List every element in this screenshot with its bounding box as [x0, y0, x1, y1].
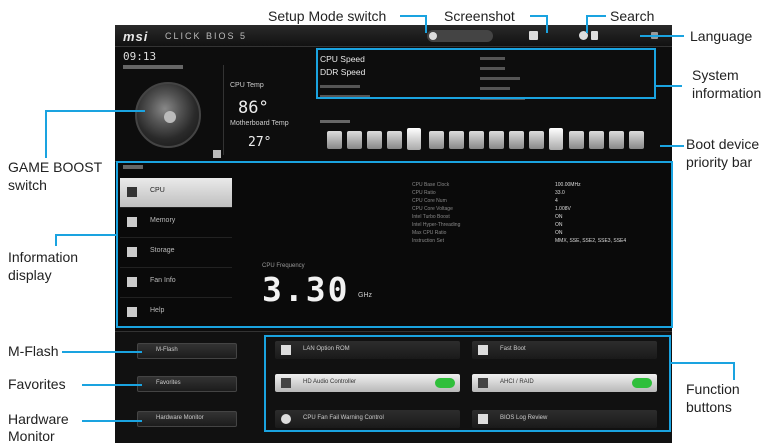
- callout-line: [55, 234, 117, 236]
- callout-line: [546, 15, 548, 33]
- mb-temp-label: Motherboard Temp: [230, 120, 289, 127]
- mode-switch-knob: [429, 32, 437, 40]
- boot-device-icon[interactable]: [529, 131, 544, 149]
- hardware-monitor-button[interactable]: Hardware Monitor: [137, 411, 237, 427]
- callout-search: Search: [610, 8, 655, 24]
- callout-system-information-2: information: [692, 85, 762, 101]
- callout-boot-device-2: priority bar: [686, 154, 753, 170]
- information-display-highlight: [116, 161, 673, 328]
- callout-game-boost-1: GAME BOOST: [8, 159, 103, 175]
- boot-device-icon[interactable]: [429, 131, 444, 149]
- temperature-panel: CPU Temp 86° Motherboard Temp 27°: [223, 65, 311, 155]
- boot-device-icon[interactable]: [449, 131, 464, 149]
- m-flash-button[interactable]: M-Flash: [137, 343, 237, 359]
- callout-hardware-monitor-2: Monitor: [8, 428, 55, 444]
- callout-line: [400, 15, 426, 17]
- callout-line: [45, 110, 145, 112]
- setup-mode-switch[interactable]: [427, 30, 493, 42]
- boot-priority-title: [320, 120, 350, 123]
- callout-m-flash: M-Flash: [8, 343, 59, 359]
- callout-line: [671, 362, 735, 364]
- hardware-monitor-label: Hardware Monitor: [156, 415, 204, 421]
- game-boost-knob[interactable]: [135, 82, 201, 148]
- callout-line: [586, 15, 588, 33]
- clock: 09:13: [123, 50, 157, 63]
- boot-device-icon[interactable]: [549, 128, 563, 150]
- callout-favorites: Favorites: [8, 376, 66, 392]
- callout-line: [656, 85, 682, 87]
- boot-device-icon[interactable]: [589, 131, 604, 149]
- expand-icon[interactable]: [213, 150, 221, 158]
- boot-device-icon[interactable]: [347, 131, 362, 149]
- callout-setup-mode-switch: Setup Mode switch: [268, 8, 387, 24]
- callout-system-information-1: System: [692, 67, 739, 83]
- callout-line: [660, 145, 684, 147]
- callout-line: [62, 351, 142, 353]
- callout-line: [82, 384, 142, 386]
- system-info-highlight: [316, 48, 656, 99]
- game-boost-title: [123, 65, 183, 69]
- callout-boot-device-1: Boot device: [686, 136, 760, 152]
- callout-screenshot: Screenshot: [444, 8, 515, 24]
- boot-device-icon[interactable]: [387, 131, 402, 149]
- function-buttons-highlight: [264, 335, 671, 432]
- mb-temp-value: 27°: [248, 135, 272, 150]
- boot-device-icon[interactable]: [609, 131, 624, 149]
- callout-line: [640, 35, 684, 37]
- favorites-button[interactable]: Favorites: [137, 376, 237, 392]
- game-boost-center: [164, 111, 176, 123]
- callout-hardware-monitor-1: Hardware: [8, 411, 69, 427]
- callout-information-display-2: display: [8, 267, 52, 283]
- callout-line: [45, 110, 47, 158]
- cpu-temp-value: 86°: [238, 98, 269, 118]
- callout-information-display-1: Information: [8, 249, 79, 265]
- boot-device-icon[interactable]: [407, 128, 421, 150]
- callout-game-boost-2: switch: [8, 177, 47, 193]
- boot-device-icon[interactable]: [569, 131, 584, 149]
- callout-function-buttons-2: buttons: [686, 399, 732, 415]
- boot-device-icon[interactable]: [469, 131, 484, 149]
- top-bar: msi CLICK BIOS 5: [115, 25, 672, 47]
- cpu-temp-label: CPU Temp: [230, 82, 264, 89]
- boot-device-icon[interactable]: [367, 131, 382, 149]
- screenshot-icon[interactable]: [529, 31, 538, 40]
- boot-device-icon[interactable]: [509, 131, 524, 149]
- m-flash-label: M-Flash: [156, 347, 178, 353]
- bios-title: CLICK BIOS 5: [165, 31, 248, 41]
- favorites-label: Favorites: [156, 380, 181, 386]
- callout-line: [55, 234, 57, 246]
- callout-function-buttons-1: Function: [686, 381, 740, 397]
- msi-logo: msi: [123, 29, 149, 44]
- boot-device-icon[interactable]: [489, 131, 504, 149]
- boot-device-icon[interactable]: [327, 131, 342, 149]
- callout-language: Language: [690, 28, 753, 44]
- callout-line: [82, 420, 142, 422]
- callout-line: [733, 362, 735, 380]
- callout-line: [425, 15, 427, 33]
- language-icon[interactable]: [591, 31, 598, 40]
- callout-line: [586, 15, 606, 17]
- boot-device-icon[interactable]: [629, 131, 644, 149]
